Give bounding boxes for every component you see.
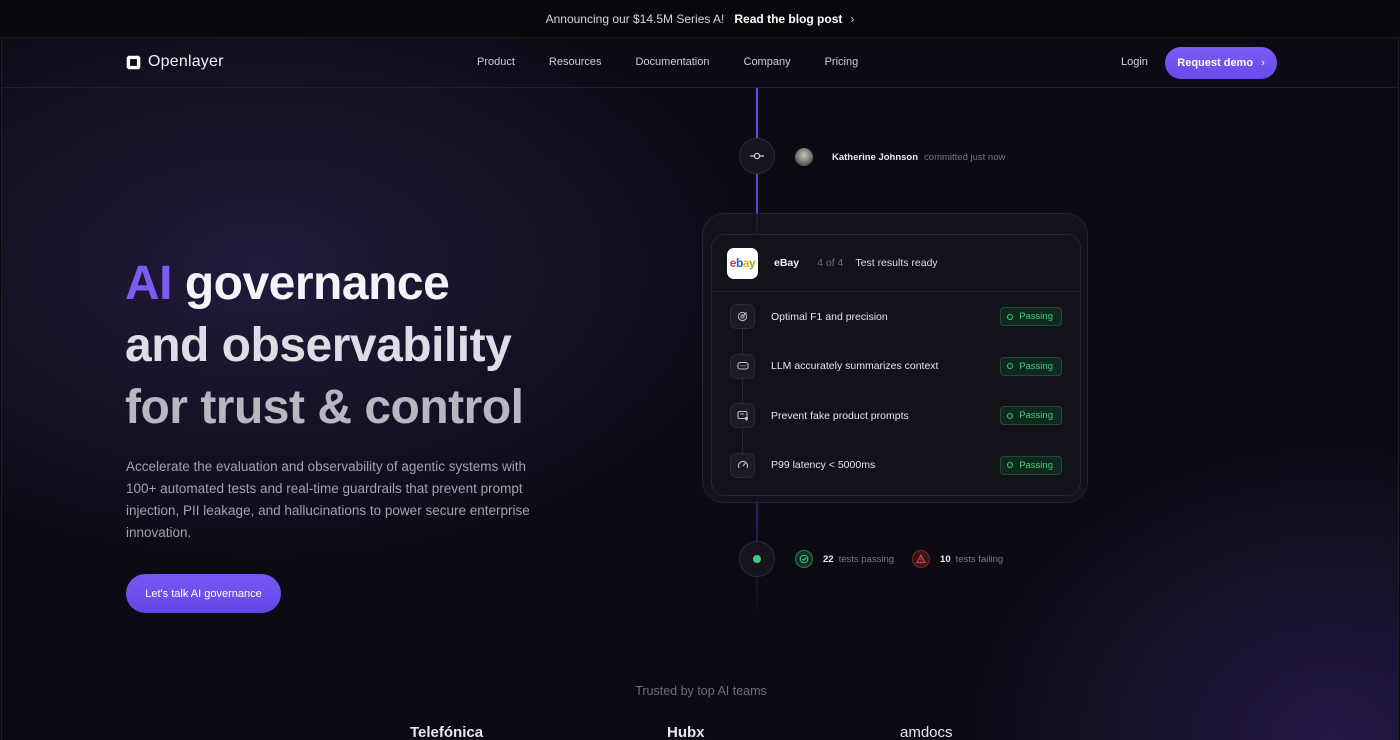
status-text: Passing	[1019, 459, 1053, 471]
hero-title-line1: governance	[184, 257, 450, 310]
hero-subtitle: Accelerate the evaluation and observabil…	[126, 459, 530, 540]
trusted-heading: Trusted by top AI teams	[635, 684, 767, 698]
telefonica-logo: Telefónica	[410, 724, 484, 740]
test-label: Prevent fake product prompts	[771, 409, 909, 422]
card-header: ebay eBay 4 of 4 Test results ready	[712, 235, 1080, 292]
request-demo-label: Request demo	[1177, 57, 1254, 69]
status-dot-icon	[1007, 462, 1014, 469]
commit-author: Katherine Johnson	[832, 151, 919, 163]
blog-post-link[interactable]: Read the blog post	[734, 12, 842, 26]
failing-count: 10	[940, 553, 951, 565]
avatar	[795, 148, 813, 166]
openlayer-logo-icon	[126, 55, 141, 69]
commit-info: Katherine Johnson committed just now	[795, 148, 1005, 166]
test-label: Optimal F1 and precision	[771, 310, 888, 323]
green-dot-icon	[753, 555, 761, 563]
hero-title: AI governance and observability for trus…	[125, 253, 645, 439]
commit-action: committed just now	[924, 151, 1006, 163]
chevron-right-icon: ›	[1261, 57, 1265, 69]
brand-name: Openlayer	[148, 53, 224, 70]
test-row: LLM accurately summarizes context Passin…	[712, 342, 1080, 392]
status-badge: Passing	[1000, 406, 1062, 426]
status-text: Passing	[1019, 410, 1053, 422]
test-list: Optimal F1 and precision Passing LLM acc…	[712, 292, 1080, 490]
chevron-right-icon[interactable]: ›	[850, 12, 854, 26]
hero-title-line2: and observability	[125, 319, 512, 372]
test-results-card: ebay eBay 4 of 4 Test results ready Opti…	[711, 234, 1081, 496]
results-status: Test results ready	[855, 257, 938, 269]
logo[interactable]: Openlayer	[125, 53, 224, 71]
nav-item-product[interactable]: Product	[477, 56, 515, 68]
nav-item-pricing[interactable]: Pricing	[825, 56, 859, 68]
org-name: eBay	[774, 257, 800, 269]
governance-cta-button[interactable]: Let's talk AI governance	[126, 574, 281, 613]
hubx-logo: Hubx	[667, 724, 705, 740]
nav-item-documentation[interactable]: Documentation	[636, 56, 710, 68]
status-dot-icon	[1007, 313, 1014, 320]
warning-triangle-icon	[912, 550, 931, 568]
hero-title-ai: AI	[125, 257, 173, 310]
gauge-icon	[730, 452, 755, 478]
top-nav: Openlayer Product Resources Documentatio…	[2, 38, 1398, 88]
chat-icon	[730, 353, 755, 379]
status-dot-icon	[1007, 412, 1014, 419]
test-summary: 22 tests passing 10 tests failing	[795, 550, 1021, 568]
status-badge: Passing	[1000, 307, 1062, 327]
check-circle-icon	[795, 550, 813, 568]
target-icon	[730, 304, 755, 330]
commit-icon	[750, 152, 764, 160]
status-node	[739, 541, 775, 577]
login-link[interactable]: Login	[1121, 56, 1148, 68]
test-count: 4 of 4	[817, 257, 844, 269]
nav-item-company[interactable]: Company	[744, 56, 791, 68]
status-badge: Passing	[1000, 455, 1062, 475]
passing-count: 22	[823, 553, 834, 565]
amdocs-logo: amdocs	[900, 724, 953, 740]
status-badge: Passing	[1000, 356, 1062, 376]
shield-screen-icon	[730, 403, 755, 429]
customer-logos: Telefónica Hubx amdocs	[2, 724, 1400, 740]
status-text: Passing	[1019, 360, 1053, 372]
test-results-panel: ebay eBay 4 of 4 Test results ready Opti…	[702, 213, 1088, 503]
test-row: Prevent fake product prompts Passing	[712, 391, 1080, 441]
test-label: LLM accurately summarizes context	[771, 360, 939, 373]
test-label: P99 latency < 5000ms	[771, 459, 876, 472]
main-menu: Product Resources Documentation Company …	[477, 56, 892, 68]
nav-item-resources[interactable]: Resources	[549, 56, 602, 68]
request-demo-button[interactable]: Request demo ›	[1165, 47, 1277, 79]
status-dot-icon	[1007, 363, 1014, 370]
hero-section: Openlayer Product Resources Documentatio…	[1, 38, 1399, 740]
test-row: P99 latency < 5000ms Passing	[712, 441, 1080, 491]
ebay-logo-icon: ebay	[727, 247, 758, 279]
failing-label: tests failing	[955, 553, 1004, 565]
announcement-text: Announcing our $14.5M Series A!	[545, 11, 725, 26]
status-text: Passing	[1019, 311, 1053, 323]
commit-node	[739, 138, 775, 174]
passing-label: tests passing	[838, 553, 895, 565]
hero-title-line3: for trust & control	[125, 381, 524, 434]
announcement-bar: Announcing our $14.5M Series A! Read the…	[0, 0, 1400, 38]
test-row: Optimal F1 and precision Passing	[712, 292, 1080, 342]
